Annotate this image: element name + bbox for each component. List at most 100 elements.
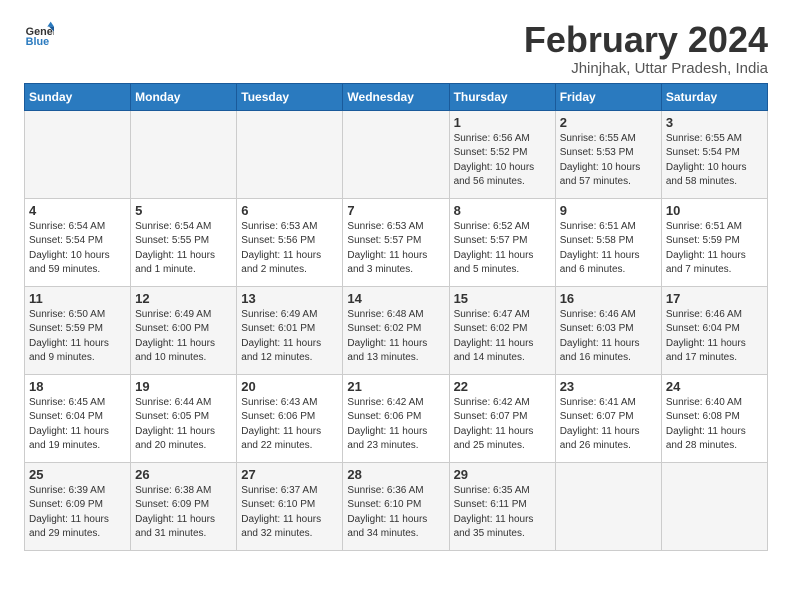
calendar-header-row: SundayMondayTuesdayWednesdayThursdayFrid… bbox=[25, 83, 768, 110]
main-title: February 2024 bbox=[524, 20, 768, 60]
calendar-cell: 8 Sunrise: 6:52 AM Sunset: 5:57 PM Daylig… bbox=[449, 198, 555, 286]
calendar-cell: 12 Sunrise: 6:49 AM Sunset: 6:00 PM Dayli… bbox=[131, 286, 237, 374]
calendar-cell bbox=[25, 110, 131, 198]
calendar-cell: 28 Sunrise: 6:36 AM Sunset: 6:10 PM Dayli… bbox=[343, 462, 449, 550]
calendar-cell: 3 Sunrise: 6:55 AM Sunset: 5:54 PM Daylig… bbox=[661, 110, 767, 198]
day-number: 4 bbox=[29, 203, 126, 218]
day-number: 23 bbox=[560, 379, 657, 394]
calendar-cell: 14 Sunrise: 6:48 AM Sunset: 6:02 PM Dayli… bbox=[343, 286, 449, 374]
cell-info: Sunrise: 6:55 AM Sunset: 5:54 PM Dayligh… bbox=[666, 132, 763, 190]
day-number: 28 bbox=[347, 467, 444, 482]
day-number: 9 bbox=[560, 203, 657, 218]
day-number: 16 bbox=[560, 291, 657, 306]
calendar-cell bbox=[343, 110, 449, 198]
day-number: 27 bbox=[241, 467, 338, 482]
cell-info: Sunrise: 6:46 AM Sunset: 6:03 PM Dayligh… bbox=[560, 308, 657, 366]
cell-info: Sunrise: 6:51 AM Sunset: 5:58 PM Dayligh… bbox=[560, 220, 657, 278]
day-number: 6 bbox=[241, 203, 338, 218]
cell-info: Sunrise: 6:49 AM Sunset: 6:00 PM Dayligh… bbox=[135, 308, 232, 366]
header: General Blue February 2024 Jhinjhak, Utt… bbox=[24, 20, 768, 77]
day-number: 2 bbox=[560, 115, 657, 130]
cell-info: Sunrise: 6:45 AM Sunset: 6:04 PM Dayligh… bbox=[29, 396, 126, 454]
cell-info: Sunrise: 6:42 AM Sunset: 6:06 PM Dayligh… bbox=[347, 396, 444, 454]
calendar-cell: 7 Sunrise: 6:53 AM Sunset: 5:57 PM Daylig… bbox=[343, 198, 449, 286]
day-number: 11 bbox=[29, 291, 126, 306]
cell-info: Sunrise: 6:37 AM Sunset: 6:10 PM Dayligh… bbox=[241, 484, 338, 542]
calendar-cell: 29Sunrise: 6:35 AM Sunset: 6:11 PM Dayli… bbox=[449, 462, 555, 550]
cell-info: Sunrise: 6:43 AM Sunset: 6:06 PM Dayligh… bbox=[241, 396, 338, 454]
cell-info: Sunrise: 6:36 AM Sunset: 6:10 PM Dayligh… bbox=[347, 484, 444, 542]
cell-info: Sunrise: 6:41 AM Sunset: 6:07 PM Dayligh… bbox=[560, 396, 657, 454]
cell-info: Sunrise: 6:53 AM Sunset: 5:57 PM Dayligh… bbox=[347, 220, 444, 278]
calendar-cell: 27 Sunrise: 6:37 AM Sunset: 6:10 PM Dayli… bbox=[237, 462, 343, 550]
cell-info: Sunrise: 6:47 AM Sunset: 6:02 PM Dayligh… bbox=[454, 308, 551, 366]
cell-info: Sunrise: 6:56 AM Sunset: 5:52 PM Dayligh… bbox=[454, 132, 551, 190]
calendar-cell: 25Sunrise: 6:39 AM Sunset: 6:09 PM Dayli… bbox=[25, 462, 131, 550]
cell-info: Sunrise: 6:48 AM Sunset: 6:02 PM Dayligh… bbox=[347, 308, 444, 366]
day-number: 7 bbox=[347, 203, 444, 218]
day-number: 20 bbox=[241, 379, 338, 394]
calendar-cell: 10Sunrise: 6:51 AM Sunset: 5:59 PM Dayli… bbox=[661, 198, 767, 286]
calendar-cell: 6Sunrise: 6:53 AM Sunset: 5:56 PM Daylig… bbox=[237, 198, 343, 286]
cell-info: Sunrise: 6:42 AM Sunset: 6:07 PM Dayligh… bbox=[454, 396, 551, 454]
svg-text:Blue: Blue bbox=[26, 36, 49, 48]
logo-icon: General Blue bbox=[24, 20, 54, 50]
cell-info: Sunrise: 6:38 AM Sunset: 6:09 PM Dayligh… bbox=[135, 484, 232, 542]
header-day-sunday: Sunday bbox=[25, 83, 131, 110]
calendar-cell: 24 Sunrise: 6:40 AM Sunset: 6:08 PM Dayli… bbox=[661, 374, 767, 462]
day-number: 15 bbox=[454, 291, 551, 306]
day-number: 25 bbox=[29, 467, 126, 482]
cell-info: Sunrise: 6:55 AM Sunset: 5:53 PM Dayligh… bbox=[560, 132, 657, 190]
day-number: 8 bbox=[454, 203, 551, 218]
day-number: 13 bbox=[241, 291, 338, 306]
calendar-cell bbox=[555, 462, 661, 550]
calendar-cell bbox=[131, 110, 237, 198]
calendar-cell: 21 Sunrise: 6:42 AM Sunset: 6:06 PM Dayli… bbox=[343, 374, 449, 462]
cell-info: Sunrise: 6:54 AM Sunset: 5:54 PM Dayligh… bbox=[29, 220, 126, 278]
week-row-3: 11 Sunrise: 6:50 AM Sunset: 5:59 PM Dayli… bbox=[25, 286, 768, 374]
calendar-cell: 1 Sunrise: 6:56 AM Sunset: 5:52 PM Daylig… bbox=[449, 110, 555, 198]
cell-info: Sunrise: 6:49 AM Sunset: 6:01 PM Dayligh… bbox=[241, 308, 338, 366]
calendar-cell bbox=[237, 110, 343, 198]
header-day-friday: Friday bbox=[555, 83, 661, 110]
header-day-monday: Monday bbox=[131, 83, 237, 110]
cell-info: Sunrise: 6:51 AM Sunset: 5:59 PM Dayligh… bbox=[666, 220, 763, 278]
week-row-2: 4 Sunrise: 6:54 AM Sunset: 5:54 PM Daylig… bbox=[25, 198, 768, 286]
cell-info: Sunrise: 6:50 AM Sunset: 5:59 PM Dayligh… bbox=[29, 308, 126, 366]
cell-info: Sunrise: 6:44 AM Sunset: 6:05 PM Dayligh… bbox=[135, 396, 232, 454]
header-day-thursday: Thursday bbox=[449, 83, 555, 110]
calendar-cell: 20 Sunrise: 6:43 AM Sunset: 6:06 PM Dayli… bbox=[237, 374, 343, 462]
calendar-cell: 4 Sunrise: 6:54 AM Sunset: 5:54 PM Daylig… bbox=[25, 198, 131, 286]
calendar-cell: 19 Sunrise: 6:44 AM Sunset: 6:05 PM Dayli… bbox=[131, 374, 237, 462]
day-number: 21 bbox=[347, 379, 444, 394]
day-number: 17 bbox=[666, 291, 763, 306]
day-number: 14 bbox=[347, 291, 444, 306]
day-number: 24 bbox=[666, 379, 763, 394]
day-number: 3 bbox=[666, 115, 763, 130]
calendar-cell: 2 Sunrise: 6:55 AM Sunset: 5:53 PM Daylig… bbox=[555, 110, 661, 198]
day-number: 29 bbox=[454, 467, 551, 482]
day-number: 1 bbox=[454, 115, 551, 130]
logo: General Blue bbox=[24, 20, 54, 50]
calendar-table: SundayMondayTuesdayWednesdayThursdayFrid… bbox=[24, 83, 768, 551]
calendar-cell: 18 Sunrise: 6:45 AM Sunset: 6:04 PM Dayli… bbox=[25, 374, 131, 462]
calendar-cell: 17 Sunrise: 6:46 AM Sunset: 6:04 PM Dayli… bbox=[661, 286, 767, 374]
subtitle: Jhinjhak, Uttar Pradesh, India bbox=[524, 60, 768, 77]
title-area: February 2024 Jhinjhak, Uttar Pradesh, I… bbox=[524, 20, 768, 77]
day-number: 18 bbox=[29, 379, 126, 394]
day-number: 12 bbox=[135, 291, 232, 306]
week-row-4: 18 Sunrise: 6:45 AM Sunset: 6:04 PM Dayli… bbox=[25, 374, 768, 462]
calendar-cell: 16 Sunrise: 6:46 AM Sunset: 6:03 PM Dayli… bbox=[555, 286, 661, 374]
header-day-tuesday: Tuesday bbox=[237, 83, 343, 110]
cell-info: Sunrise: 6:46 AM Sunset: 6:04 PM Dayligh… bbox=[666, 308, 763, 366]
week-row-5: 25Sunrise: 6:39 AM Sunset: 6:09 PM Dayli… bbox=[25, 462, 768, 550]
day-number: 19 bbox=[135, 379, 232, 394]
cell-info: Sunrise: 6:52 AM Sunset: 5:57 PM Dayligh… bbox=[454, 220, 551, 278]
calendar-cell: 26 Sunrise: 6:38 AM Sunset: 6:09 PM Dayli… bbox=[131, 462, 237, 550]
cell-info: Sunrise: 6:54 AM Sunset: 5:55 PM Dayligh… bbox=[135, 220, 232, 278]
header-day-wednesday: Wednesday bbox=[343, 83, 449, 110]
calendar-cell: 13 Sunrise: 6:49 AM Sunset: 6:01 PM Dayli… bbox=[237, 286, 343, 374]
day-number: 26 bbox=[135, 467, 232, 482]
day-number: 22 bbox=[454, 379, 551, 394]
cell-info: Sunrise: 6:40 AM Sunset: 6:08 PM Dayligh… bbox=[666, 396, 763, 454]
